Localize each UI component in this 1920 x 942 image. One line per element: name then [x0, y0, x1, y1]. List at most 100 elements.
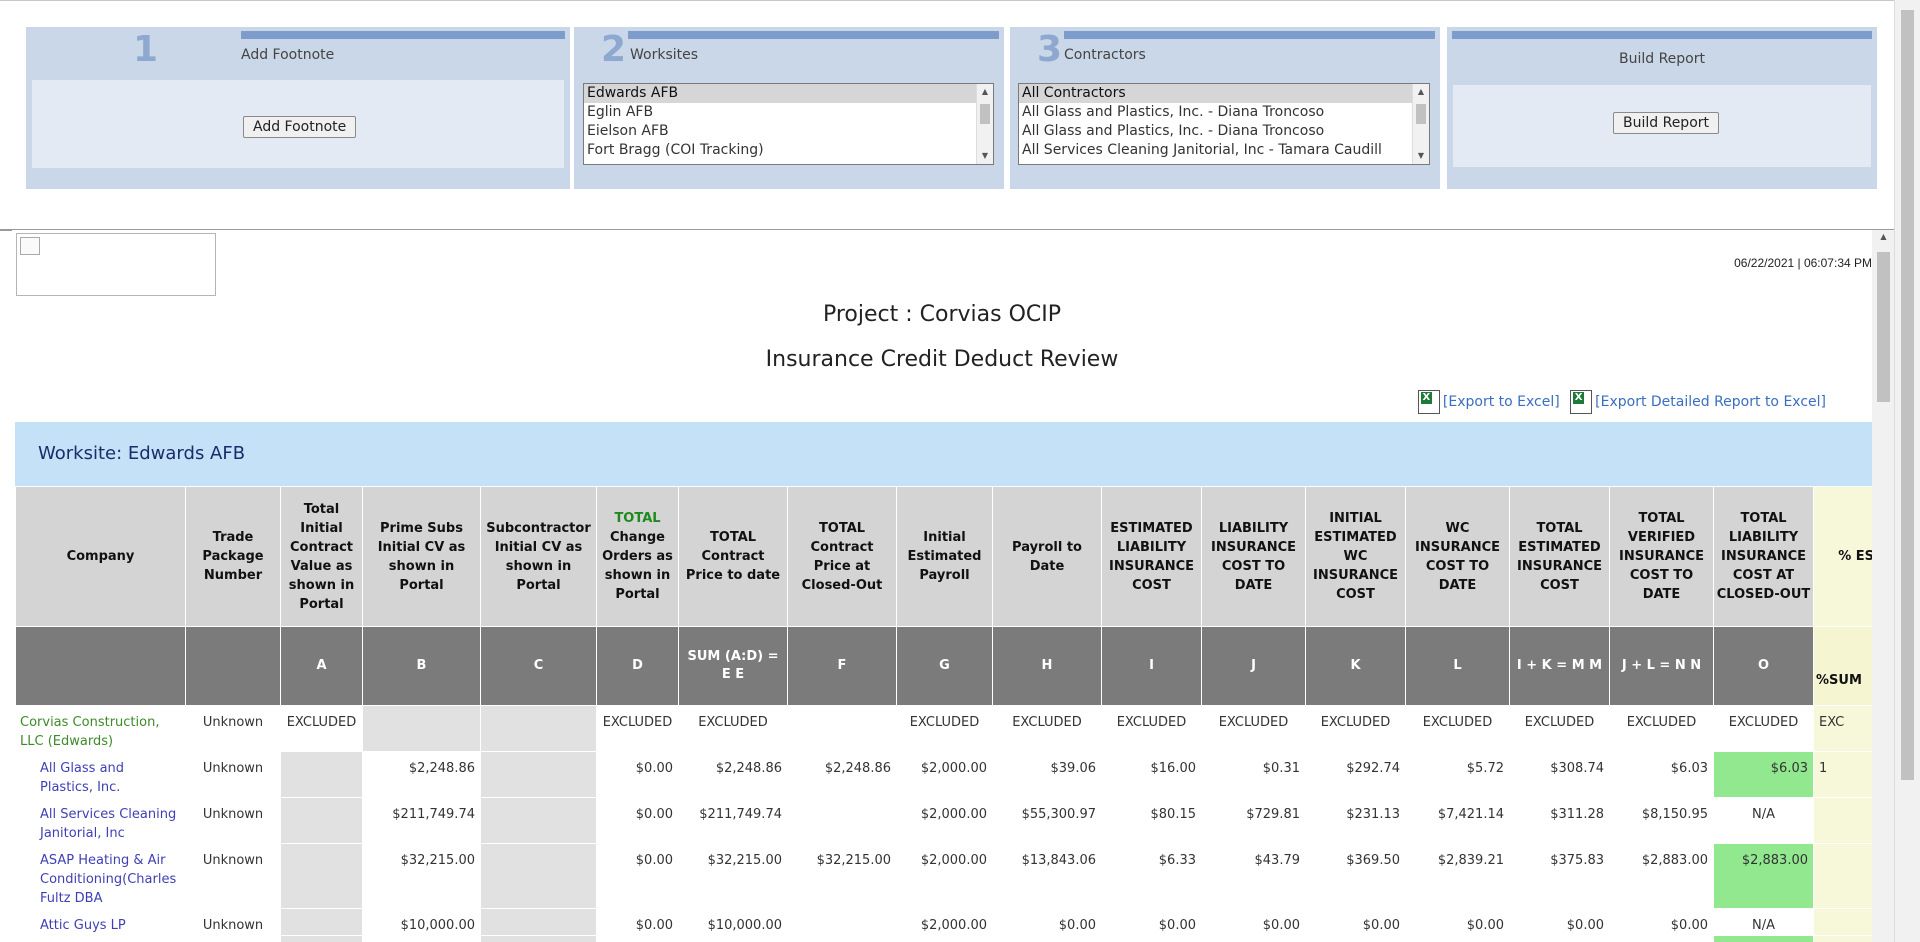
- cell-f: [787, 705, 897, 752]
- cell-trade: Unknown: [185, 797, 281, 844]
- cell-g: $2,000.00: [896, 843, 993, 909]
- cell-l: $0.00: [1405, 908, 1510, 936]
- scroll-down-icon[interactable]: ▼: [1413, 148, 1429, 164]
- cell-i: $99.20: [1101, 935, 1202, 942]
- cell-p: 1: [1813, 751, 1872, 798]
- cell-trade: Unknown: [185, 751, 281, 798]
- scrollbar-thumb[interactable]: [980, 104, 990, 124]
- panel-title: Build Report: [1618, 51, 1705, 67]
- contractor-option[interactable]: All Services Cleaning Janitorial, Inc - …: [1019, 141, 1429, 160]
- cell-l: $324.42: [1405, 935, 1510, 942]
- cell-o: N/A: [1713, 908, 1814, 936]
- cell-f: $32,215.00: [787, 843, 897, 909]
- cell-n: $486.63: [1609, 935, 1714, 942]
- step-number: 2: [601, 29, 627, 70]
- col-letter: J + L = N N: [1609, 626, 1714, 706]
- panel-header-bar: [1064, 31, 1435, 39]
- panel-header-bar: [628, 31, 999, 39]
- cell-a: [280, 935, 363, 942]
- cell-a: [280, 843, 363, 909]
- cell-n: EXCLUDED: [1609, 705, 1714, 752]
- export-detailed-excel-link[interactable]: [Export Detailed Report to Excel]: [1595, 394, 1826, 410]
- cell-l: EXCLUDED: [1405, 705, 1510, 752]
- add-footnote-button[interactable]: Add Footnote: [243, 116, 357, 138]
- worksite-option[interactable]: Edwards AFB: [584, 84, 993, 103]
- cell-j: $162.21: [1201, 935, 1306, 942]
- cell-j: $0.31: [1201, 751, 1306, 798]
- table-row: Attic Guys LP Unknown $10,000.00 $0.00 $10,0…: [15, 908, 1872, 936]
- report-scrollbar[interactable]: ▲: [1872, 230, 1895, 942]
- page-scrollbar[interactable]: [1894, 0, 1920, 942]
- cell-b: $32,215.00: [362, 843, 481, 909]
- scroll-up-icon[interactable]: ▲: [977, 84, 993, 100]
- col-header: TOTAL Change Orders as shown in Portal: [596, 486, 679, 627]
- col-header: ESTIMATED LIABILITY INSURANCE COST: [1101, 486, 1202, 627]
- contractor-option[interactable]: All Contractors: [1019, 84, 1429, 103]
- cell-n: $0.00: [1609, 908, 1714, 936]
- company-link[interactable]: Corvias Construction, LLC (Edwards): [15, 705, 186, 752]
- company-link[interactable]: Attic Guys LP: [15, 908, 186, 936]
- col-header: Subcontractor Initial CV as shown in Por…: [480, 486, 597, 627]
- contractor-option[interactable]: All Glass and Plastics, Inc. - Diana Tro…: [1019, 103, 1429, 122]
- col-letter: %SUM: [1813, 626, 1872, 706]
- cell-j: $43.79: [1201, 843, 1306, 909]
- cell-j: EXCLUDED: [1201, 705, 1306, 752]
- worksite-option[interactable]: Eglin AFB: [584, 103, 993, 122]
- cell-h: $39.06: [992, 751, 1102, 798]
- scrollbar-thumb[interactable]: [1416, 104, 1426, 124]
- contractor-option[interactable]: All Glass and Plastics, Inc. - Diana Tro…: [1019, 122, 1429, 141]
- column-letters-row: A B C D SUM (A:D) = E E F G H I J K L I …: [15, 626, 1872, 706]
- cell-l: $2,839.21: [1405, 843, 1510, 909]
- project-title: Project : Corvias OCIP: [822, 302, 1062, 327]
- cell-c: [480, 935, 597, 942]
- listbox-scrollbar[interactable]: ▲ ▼: [976, 84, 993, 164]
- col-header: Trade Package Number: [185, 486, 281, 627]
- worksite-option[interactable]: Fort Bragg (COI Tracking): [584, 141, 993, 160]
- build-report-button[interactable]: Build Report: [1613, 112, 1720, 134]
- scrollbar-thumb[interactable]: [1877, 252, 1890, 402]
- table-row: All Glass and Plastics, Inc. Unknown $2,24…: [15, 751, 1872, 798]
- cell-n: $6.03: [1609, 751, 1714, 798]
- col-letter: O: [1713, 626, 1814, 706]
- scrollbar-thumb[interactable]: [1901, 10, 1914, 780]
- footnote-panel: 1 Add Footnote Add Footnote: [26, 27, 570, 189]
- cell-a: [280, 751, 363, 798]
- scroll-up-icon[interactable]: ▲: [1413, 84, 1429, 100]
- scroll-down-icon[interactable]: ▼: [977, 148, 993, 164]
- company-link[interactable]: ASAP Heating & Air Conditioning(Charles …: [15, 843, 186, 909]
- col-letter: G: [896, 626, 993, 706]
- cell-g: $2,000.00: [896, 908, 993, 936]
- cell-c: [480, 705, 597, 752]
- worksites-listbox[interactable]: Edwards AFB Eglin AFB Eielson AFB Fort B…: [583, 83, 994, 165]
- cell-o: $2,883.00: [1713, 843, 1814, 909]
- company-logo: [16, 233, 216, 296]
- company-link[interactable]: All Glass and Plastics, Inc.: [15, 751, 186, 798]
- col-letter: L: [1405, 626, 1510, 706]
- cell-p: [1813, 797, 1872, 844]
- cell-b: $26,977.00: [362, 935, 481, 942]
- cell-k: $292.74: [1305, 751, 1406, 798]
- company-link[interactable]: AV Comfort Zone,: [15, 935, 186, 942]
- company-link[interactable]: All Services Cleaning Janitorial, Inc: [15, 797, 186, 844]
- cell-g: EXCLUDED: [896, 705, 993, 752]
- col-letter: A: [280, 626, 363, 706]
- col-letter: D: [596, 626, 679, 706]
- cell-o: EXCLUDED: [1713, 705, 1814, 752]
- cell-m: EXCLUDED: [1509, 705, 1610, 752]
- col-letter: [15, 626, 186, 706]
- worksite-option[interactable]: Eielson AFB: [584, 122, 993, 141]
- cell-m: $297.60: [1509, 935, 1610, 942]
- export-to-excel-link[interactable]: [Export to Excel]: [1443, 394, 1560, 410]
- scroll-up-icon[interactable]: ▲: [1872, 232, 1895, 241]
- cell-c: [480, 797, 597, 844]
- listbox-scrollbar[interactable]: ▲ ▼: [1412, 84, 1429, 164]
- step-number: 1: [133, 29, 159, 70]
- cell-n: $8,150.95: [1609, 797, 1714, 844]
- contractors-listbox[interactable]: All Contractors All Glass and Plastics, …: [1018, 83, 1430, 165]
- cell-h: $0.00: [992, 908, 1102, 936]
- cell-d: $0.00: [596, 751, 679, 798]
- cell-m: $375.83: [1509, 843, 1610, 909]
- change-orders-label: Change Orders as shown in Portal: [602, 530, 673, 602]
- col-letter: K: [1305, 626, 1406, 706]
- cell-p: [1813, 843, 1872, 909]
